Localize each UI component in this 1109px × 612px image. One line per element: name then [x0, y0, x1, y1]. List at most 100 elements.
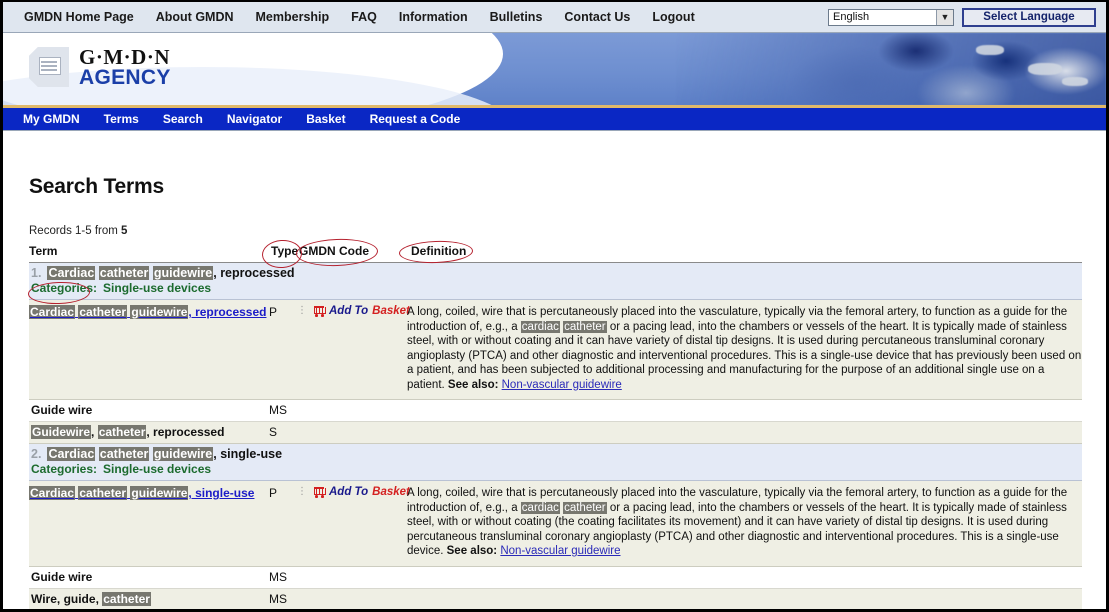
- highlighted-term: Cardiac: [47, 266, 96, 280]
- mainnav-search[interactable]: Search: [151, 108, 215, 130]
- gmdn-logo-mark-icon: [27, 45, 73, 89]
- topnav-contact[interactable]: Contact Us: [553, 2, 641, 32]
- term-text: , single-use: [188, 486, 255, 500]
- main-content: Search Terms Records 1-5 from 5 Term Typ…: [3, 175, 1106, 609]
- column-header-definition[interactable]: Definition: [407, 241, 1082, 263]
- highlighted-term: catheter: [98, 447, 150, 461]
- main-navigation: My GMDN Terms Search Navigator Basket Request…: [3, 108, 1106, 131]
- basket-label: Basket: [372, 486, 410, 498]
- highlighted-term: guidewire: [152, 266, 214, 280]
- topnav-membership[interactable]: Membership: [245, 2, 341, 32]
- topnav-bulletins[interactable]: Bulletins: [479, 2, 554, 32]
- highlighted-term: catheter: [78, 305, 128, 319]
- highlighted-term: Cardiac: [29, 486, 76, 500]
- table-row: Guidewire, catheter, reprocessed S: [29, 421, 1082, 444]
- drag-handle-icon: ⋮: [297, 305, 307, 316]
- group-title: Cardiac catheter guidewire, reprocessed: [47, 266, 295, 280]
- gmdn-logo[interactable]: G·M·D·N AGENCY: [27, 45, 171, 89]
- cell-term: Guide wire: [29, 399, 269, 422]
- highlighted-term: catheter: [78, 486, 128, 500]
- records-prefix: Records 1-5 from: [29, 225, 122, 237]
- result-group-header-cell: 2. Cardiac catheter guidewire, single-use…: [29, 443, 1082, 481]
- cell-gmdn-code: [297, 399, 407, 422]
- cell-type: MS: [269, 566, 297, 589]
- cell-term: Wire, guide, catheter: [29, 588, 269, 609]
- term-text: Guide wire: [31, 403, 93, 417]
- logo-line-2: AGENCY: [79, 65, 171, 89]
- highlighted-term: guidewire: [152, 447, 214, 461]
- group-title-line: 2. Cardiac catheter guidewire, single-use: [31, 447, 1082, 461]
- categories-line: Categories: Single-use devices: [31, 462, 1082, 476]
- cell-type: P: [269, 480, 297, 567]
- language-selector-group: English ▼ Select Language: [828, 7, 1106, 27]
- topnav-information[interactable]: Information: [388, 2, 479, 32]
- column-header-type[interactable]: Type: [269, 241, 298, 263]
- group-number: 1.: [31, 266, 42, 280]
- highlighted-term: catheter: [97, 425, 147, 439]
- top-navigation: GMDN Home Page About GMDN Membership FAQ Inf…: [3, 2, 828, 32]
- highlighted-term: Cardiac: [29, 305, 76, 319]
- gmdn-logo-text: G·M·D·N AGENCY: [79, 44, 171, 89]
- cell-definition: A long, coiled, wire that is percutaneou…: [407, 299, 1082, 400]
- table-row: Wire, guide, catheter MS: [29, 588, 1082, 609]
- term-text: , reprocessed: [213, 266, 295, 280]
- cell-type: S: [269, 421, 297, 444]
- topnav-home[interactable]: GMDN Home Page: [13, 2, 145, 32]
- cell-definition: [407, 588, 1082, 609]
- topnav-logout[interactable]: Logout: [641, 2, 705, 32]
- group-number: 2.: [31, 447, 42, 461]
- shopping-cart-icon: [312, 487, 326, 499]
- add-to-label: Add To: [329, 486, 369, 498]
- highlighted-term: catheter: [102, 591, 151, 606]
- cell-gmdn-code: ⋮ Add To Basket: [297, 480, 410, 567]
- mainnav-navigator[interactable]: Navigator: [215, 108, 294, 130]
- mainnav-basket[interactable]: Basket: [294, 108, 357, 130]
- group-title-line: 1. Cardiac catheter guidewire, reprocesse…: [31, 266, 1082, 280]
- term-text: Wire, guide,: [31, 591, 103, 606]
- term-text: ,: [91, 425, 98, 439]
- categories-line: Categories: Single-use devices: [31, 281, 1082, 295]
- topnav-faq[interactable]: FAQ: [340, 2, 388, 32]
- categories-label: Categories:: [31, 281, 98, 295]
- add-to-basket-button[interactable]: ⋮ Add To Basket: [297, 486, 410, 499]
- table-row: Cardiac catheter guidewire, reprocessed P…: [29, 299, 1082, 400]
- cell-type: P: [269, 299, 297, 400]
- categories-value[interactable]: Single-use devices: [103, 281, 211, 295]
- term-link[interactable]: Cardiac catheter guidewire, reprocessed: [29, 305, 266, 319]
- cell-term: Cardiac catheter guidewire, single-use: [29, 480, 269, 567]
- highlighted-term: catheter: [563, 501, 607, 514]
- add-to-basket-button[interactable]: ⋮ Add To Basket: [297, 305, 410, 318]
- highlighted-term: cardiac: [520, 501, 560, 514]
- highlighted-term: Cardiac: [47, 447, 96, 461]
- cell-gmdn-code: ⋮ Add To Basket: [297, 299, 410, 400]
- categories-value[interactable]: Single-use devices: [103, 462, 211, 476]
- highlighted-term: Guidewire: [31, 425, 92, 439]
- cell-gmdn-code: [297, 566, 407, 589]
- add-to-label: Add To: [329, 305, 369, 317]
- records-total: 5: [121, 225, 128, 237]
- mainnav-terms[interactable]: Terms: [92, 108, 151, 130]
- see-also-link[interactable]: Non-vascular guidewire: [502, 379, 622, 391]
- highlighted-term: catheter: [98, 266, 150, 280]
- select-language-button[interactable]: Select Language: [962, 7, 1096, 27]
- column-header-gmdn-code[interactable]: GMDN Code: [297, 241, 407, 263]
- see-also-label: See also:: [447, 378, 499, 391]
- highlighted-term: guidewire: [130, 486, 189, 500]
- group-title: Cardiac catheter guidewire, single-use: [47, 447, 282, 461]
- topnav-about[interactable]: About GMDN: [145, 2, 245, 32]
- cell-type: MS: [269, 588, 297, 609]
- mainnav-request-a-code[interactable]: Request a Code: [358, 108, 473, 130]
- cell-gmdn-code: [297, 421, 407, 444]
- cell-definition: [407, 421, 1082, 444]
- mainnav-my-gmdn[interactable]: My GMDN: [11, 108, 92, 130]
- column-header-term[interactable]: Term: [29, 241, 269, 263]
- logo-line-1: G·M·D·N: [79, 44, 170, 69]
- see-also-link[interactable]: Non-vascular guidewire: [500, 545, 620, 557]
- categories-label: Categories:: [31, 462, 98, 476]
- cell-term: Guidewire, catheter, reprocessed: [29, 421, 269, 444]
- term-text: , single-use: [213, 447, 283, 461]
- highlighted-term: guidewire: [130, 305, 189, 319]
- term-link[interactable]: Cardiac catheter guidewire, single-use: [29, 486, 254, 500]
- language-select[interactable]: English ▼: [828, 8, 954, 26]
- browser-page: GMDN Home Page About GMDN Membership FAQ Inf…: [0, 0, 1109, 612]
